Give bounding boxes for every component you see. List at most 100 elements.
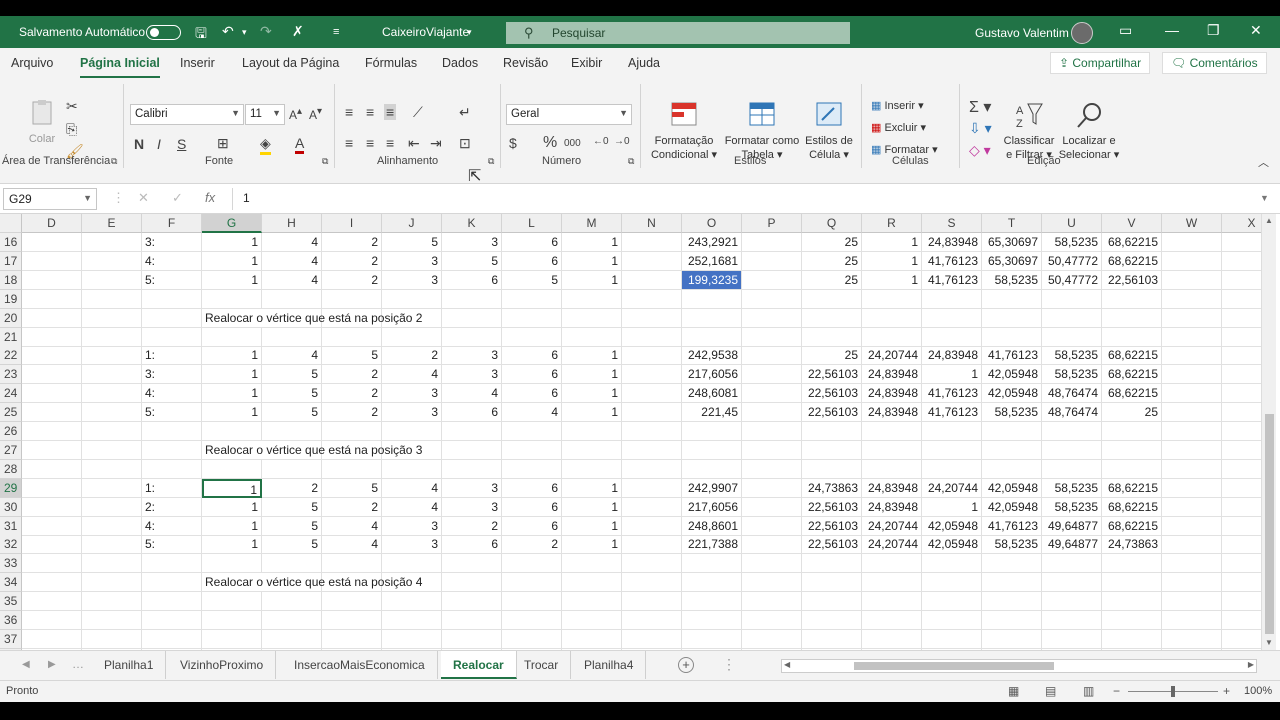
font-size-select[interactable]: 11 ▼ xyxy=(245,104,285,125)
cell-t35[interactable] xyxy=(982,592,1042,612)
customize-qa-icon[interactable]: ≡ xyxy=(333,26,339,38)
row-header-21[interactable]: 21 xyxy=(0,327,22,347)
cell-h36[interactable] xyxy=(262,611,322,630)
row-header-26[interactable]: 26 xyxy=(0,422,22,441)
paste-button[interactable]: Colar xyxy=(24,98,60,146)
cell-j31[interactable]: 3 xyxy=(382,516,442,536)
cell-h29[interactable]: 2 xyxy=(262,478,322,498)
align-bottom-icon[interactable]: ≡ xyxy=(384,104,397,120)
cell-f30[interactable]: 2: xyxy=(142,497,202,517)
cell-h37[interactable] xyxy=(262,629,322,649)
cell-o20[interactable] xyxy=(682,308,742,328)
cell-p26[interactable] xyxy=(742,422,802,441)
cell-m33[interactable] xyxy=(562,554,622,574)
cell-s33[interactable] xyxy=(922,554,982,574)
cell-m20[interactable] xyxy=(562,308,622,328)
align-right-icon[interactable]: ≡ xyxy=(386,135,394,151)
cell-k37[interactable] xyxy=(442,629,502,649)
cell-o21[interactable] xyxy=(682,327,742,347)
cell-s21[interactable] xyxy=(922,327,982,347)
cell-n28[interactable] xyxy=(622,459,682,479)
cell-j33[interactable] xyxy=(382,554,442,574)
cell-x29[interactable] xyxy=(1222,479,1261,498)
format-painter-qa-icon[interactable]: ✗ xyxy=(292,23,304,40)
sheet-tab-planilha4[interactable]: Planilha4 xyxy=(572,651,647,679)
cell-v35[interactable] xyxy=(1102,592,1162,612)
cell-e19[interactable] xyxy=(82,289,142,309)
sheet-tab-trocar[interactable]: Trocar xyxy=(512,651,572,679)
next-sheet-icon[interactable]: ▶ xyxy=(48,659,56,670)
format-as-table-button[interactable]: Formatar como Tabela ▾ xyxy=(722,100,802,162)
cell-d26[interactable] xyxy=(22,422,82,441)
comments-button[interactable]: 🗨 Comentários xyxy=(1162,52,1267,74)
row-header-30[interactable]: 30 xyxy=(0,497,22,517)
vertical-scrollbar[interactable]: ▲ ▼ xyxy=(1261,214,1276,650)
cell-s29[interactable]: 24,20744 xyxy=(922,478,982,498)
cell-j30[interactable]: 4 xyxy=(382,497,442,517)
cell-r34[interactable] xyxy=(862,573,922,593)
cell-f19[interactable] xyxy=(142,289,202,309)
merge-center-icon[interactable]: ⊡ xyxy=(459,135,471,152)
cell-w33[interactable] xyxy=(1162,554,1222,574)
cell-j36[interactable] xyxy=(382,611,442,630)
cell-f24[interactable]: 4: xyxy=(142,384,202,404)
cell-h23[interactable]: 5 xyxy=(262,365,322,385)
cell-g34[interactable]: Realocar o vértice que está na posição 4 xyxy=(202,573,422,593)
cell-d23[interactable] xyxy=(22,365,82,385)
delete-cells-button[interactable]: ▦ Excluir ▾ xyxy=(871,121,926,134)
cell-p34[interactable] xyxy=(742,573,802,593)
cell-m26[interactable] xyxy=(562,422,622,441)
cell-h16[interactable]: 4 xyxy=(262,233,322,252)
cell-d17[interactable] xyxy=(22,251,82,271)
cell-h24[interactable]: 5 xyxy=(262,384,322,404)
wrap-text-icon[interactable]: ↵ xyxy=(459,104,471,121)
row-header-37[interactable]: 37 xyxy=(0,629,22,649)
cell-k16[interactable]: 3 xyxy=(442,233,502,252)
cell-u34[interactable] xyxy=(1042,573,1102,593)
cell-s35[interactable] xyxy=(922,592,982,612)
cell-q18[interactable]: 25 xyxy=(802,270,862,290)
cell-f34[interactable] xyxy=(142,573,202,593)
cell-d21[interactable] xyxy=(22,327,82,347)
cell-k23[interactable]: 3 xyxy=(442,365,502,385)
cell-e21[interactable] xyxy=(82,327,142,347)
increase-indent-icon[interactable]: ⇥ xyxy=(430,135,442,152)
cell-f17[interactable]: 4: xyxy=(142,251,202,271)
column-header-l[interactable]: L xyxy=(502,214,562,233)
cell-q26[interactable] xyxy=(802,422,862,441)
cell-e31[interactable] xyxy=(82,516,142,536)
cell-k36[interactable] xyxy=(442,611,502,630)
cell-h35[interactable] xyxy=(262,592,322,612)
cell-n37[interactable] xyxy=(622,629,682,649)
name-box[interactable]: G29 ▼ xyxy=(3,188,97,210)
cell-j25[interactable]: 3 xyxy=(382,403,442,423)
find-select-button[interactable]: Localizar e Selecionar ▾ xyxy=(1058,100,1120,162)
cell-w36[interactable] xyxy=(1162,611,1222,630)
cell-v32[interactable]: 24,73863 xyxy=(1102,535,1162,555)
row-header-22[interactable]: 22 xyxy=(0,346,22,366)
column-header-d[interactable]: D xyxy=(22,214,82,233)
cell-o37[interactable] xyxy=(682,629,742,649)
cell-q28[interactable] xyxy=(802,459,862,479)
cell-x17[interactable] xyxy=(1222,252,1261,271)
cell-j23[interactable]: 4 xyxy=(382,365,442,385)
cell-q32[interactable]: 22,56103 xyxy=(802,535,862,555)
cell-w22[interactable] xyxy=(1162,346,1222,366)
cell-d35[interactable] xyxy=(22,592,82,612)
borders-icon[interactable]: ⊞ xyxy=(217,135,229,152)
cell-q29[interactable]: 24,73863 xyxy=(802,478,862,498)
cell-i31[interactable]: 4 xyxy=(322,516,382,536)
cell-r26[interactable] xyxy=(862,422,922,441)
cell-n24[interactable] xyxy=(622,384,682,404)
fill-color-icon[interactable]: ◈ xyxy=(260,135,271,155)
horizontal-scrollbar[interactable]: ◀ ▶ xyxy=(781,659,1257,673)
cell-q30[interactable]: 22,56103 xyxy=(802,497,862,517)
cell-e35[interactable] xyxy=(82,592,142,612)
cell-l30[interactable]: 6 xyxy=(502,497,562,517)
cell-k34[interactable] xyxy=(442,573,502,593)
cell-x22[interactable] xyxy=(1222,346,1261,366)
cell-n23[interactable] xyxy=(622,365,682,385)
cell-i18[interactable]: 2 xyxy=(322,270,382,290)
cell-l26[interactable] xyxy=(502,422,562,441)
cell-q37[interactable] xyxy=(802,629,862,649)
